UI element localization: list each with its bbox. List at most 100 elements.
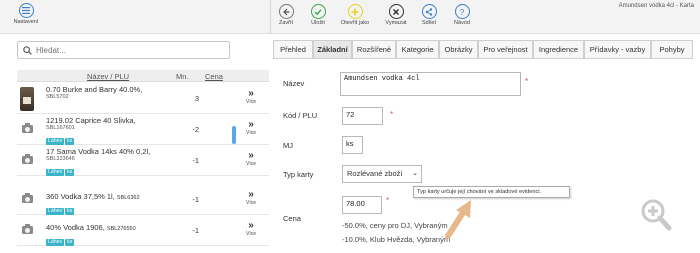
close-icon bbox=[388, 4, 404, 19]
more-button[interactable]: » Více bbox=[241, 189, 261, 207]
settings-button[interactable]: Nastavení bbox=[6, 3, 46, 25]
item-qty: -1 bbox=[192, 156, 199, 165]
double-chevron-icon: » bbox=[248, 150, 254, 161]
item-code: SBL167601 bbox=[46, 125, 75, 131]
item-code: SBL323646 bbox=[46, 156, 75, 162]
tab-basic[interactable]: Základní bbox=[313, 40, 352, 59]
tab-categories[interactable]: Kategorie bbox=[396, 40, 439, 59]
plu-field[interactable]: 72 bbox=[342, 107, 383, 125]
list-item[interactable]: 40% Vodka 1906, SBL276550 Láhev ks -1 » Ví… bbox=[17, 216, 269, 246]
menu-icon bbox=[18, 3, 34, 18]
item-name: 1219.02 Caprice 40 Slivka, bbox=[46, 116, 136, 125]
close-button[interactable]: Zavřít bbox=[269, 4, 303, 26]
required-mark: * bbox=[390, 110, 394, 119]
tab-addons[interactable]: Přídavky - vazby bbox=[584, 40, 651, 59]
scroll-indicator[interactable] bbox=[232, 126, 236, 144]
settings-label: Nastavení bbox=[13, 19, 39, 25]
list-item[interactable]: 0.70 Burke and Barry 40.0%, SBL5702 3 » V… bbox=[17, 84, 269, 114]
card-type-select[interactable]: Rozlévané zboží ⌄ bbox=[342, 165, 422, 183]
card-type-value: Rozlévané zboží bbox=[347, 169, 403, 178]
delete-button[interactable]: Vymazat bbox=[379, 4, 413, 26]
open-as-button[interactable]: Otevřít jako bbox=[338, 4, 372, 26]
double-chevron-icon: » bbox=[248, 88, 254, 99]
name-field[interactable]: Amundsen vodka 4cl bbox=[340, 72, 521, 96]
plu-label: Kód / PLU bbox=[283, 111, 318, 120]
unit-tag: ks bbox=[65, 239, 75, 246]
name-label: Název bbox=[283, 79, 305, 88]
share-label: Sdílet bbox=[421, 20, 437, 26]
more-label: Více bbox=[245, 130, 256, 136]
item-tags: Láhev ks bbox=[46, 135, 75, 145]
more-button[interactable]: » Více bbox=[241, 120, 261, 137]
tab-extended[interactable]: Rozšířené bbox=[352, 40, 396, 59]
mj-label: MJ bbox=[283, 141, 293, 150]
window-title: Amundsen vodka 4cl - Karta bbox=[618, 3, 694, 9]
help-icon: ? bbox=[454, 4, 470, 19]
item-tags: Láhev ks bbox=[46, 236, 75, 246]
double-chevron-icon: » bbox=[248, 220, 254, 231]
unit-tag: Láhev bbox=[46, 208, 65, 215]
more-button[interactable]: » Více bbox=[241, 88, 261, 106]
plus-icon bbox=[347, 4, 363, 19]
unit-tag: ks bbox=[65, 138, 75, 145]
unit-tag: ks bbox=[65, 208, 75, 215]
list-item[interactable]: 17 Sama Vodka 14ks 40% 0,2l, SBL323646 L… bbox=[17, 146, 269, 176]
delete-label: Vymazat bbox=[385, 20, 407, 26]
item-code: SBL5702 bbox=[46, 94, 69, 100]
more-button[interactable]: » Více bbox=[241, 150, 261, 168]
item-qty: -1 bbox=[192, 226, 199, 235]
tab-movements[interactable]: Pohyby bbox=[651, 40, 693, 59]
required-mark: * bbox=[525, 77, 529, 86]
item-qty: 3 bbox=[194, 94, 199, 103]
save-label: Uložit bbox=[311, 20, 325, 26]
item-name: 360 Vodka 37,5% 1l, SBL6362 bbox=[46, 192, 140, 201]
share-icon bbox=[421, 4, 437, 19]
discount-item: -50.0%, ceny pro DJ, Vybraným bbox=[342, 221, 448, 230]
more-label: Více bbox=[245, 200, 256, 206]
back-arrow-icon bbox=[278, 4, 294, 19]
qty-header: Mn. bbox=[176, 72, 189, 81]
price-label: Cena bbox=[283, 214, 301, 223]
name-plu-header[interactable]: Název / PLU bbox=[87, 72, 129, 81]
tab-images[interactable]: Obrázky bbox=[439, 40, 478, 59]
more-label: Více bbox=[245, 99, 256, 105]
item-qty: -1 bbox=[192, 195, 199, 204]
tab-overview[interactable]: Přehled bbox=[273, 40, 313, 59]
card-type-label: Typ karty bbox=[283, 170, 314, 179]
item-tags: Láhev ks bbox=[46, 166, 75, 176]
tab-ingredients[interactable]: Ingredience bbox=[533, 40, 584, 59]
search-input[interactable] bbox=[36, 44, 226, 56]
search-box bbox=[17, 41, 230, 59]
double-chevron-icon: » bbox=[248, 189, 254, 200]
save-button[interactable]: Uložit bbox=[301, 4, 335, 26]
card-type-tooltip: Typ karty určuje její chování ve skladov… bbox=[413, 186, 570, 198]
item-name: 40% Vodka 1906, SBL276550 bbox=[46, 223, 136, 232]
svg-text:?: ? bbox=[460, 8, 465, 16]
close-label: Zavřít bbox=[278, 20, 294, 26]
required-mark: * bbox=[386, 196, 390, 205]
list-header: Název / PLU Mn. Cena bbox=[17, 70, 269, 82]
item-name: 17 Sama Vodka 14ks 40% 0,2l, bbox=[46, 147, 151, 156]
camera-icon bbox=[22, 193, 33, 203]
list-item[interactable]: 360 Vodka 37,5% 1l, SBL6362 Láhev ks -1 »… bbox=[17, 185, 269, 215]
price-field[interactable]: 78.00 bbox=[342, 196, 382, 214]
unit-tag: ks bbox=[65, 169, 75, 176]
unit-tag: Láhev bbox=[46, 239, 65, 246]
help-label: Návod bbox=[454, 20, 470, 26]
mj-field[interactable]: ks bbox=[342, 136, 363, 154]
share-button[interactable]: Sdílet bbox=[412, 4, 446, 26]
check-icon bbox=[310, 4, 326, 19]
help-button[interactable]: ? Návod bbox=[445, 4, 479, 26]
item-name: 0.70 Burke and Barry 40.0%, bbox=[46, 85, 143, 94]
camera-icon bbox=[22, 123, 33, 133]
item-tags: Láhev ks bbox=[46, 205, 75, 215]
more-button[interactable]: » Více bbox=[241, 220, 261, 238]
more-label: Více bbox=[245, 161, 256, 167]
tab-public[interactable]: Pro veřejnost bbox=[478, 40, 533, 59]
price-header[interactable]: Cena bbox=[205, 72, 223, 81]
top-toolbar: Nastavení Zavřít Uložit Otevřít jako Vym… bbox=[0, 0, 700, 34]
camera-icon bbox=[22, 224, 33, 234]
unit-tag: Láhev bbox=[46, 169, 65, 176]
zoom-in-icon[interactable] bbox=[640, 198, 672, 232]
discount-item: -10.0%, Klub Hvězda, Vybraným bbox=[342, 235, 451, 244]
